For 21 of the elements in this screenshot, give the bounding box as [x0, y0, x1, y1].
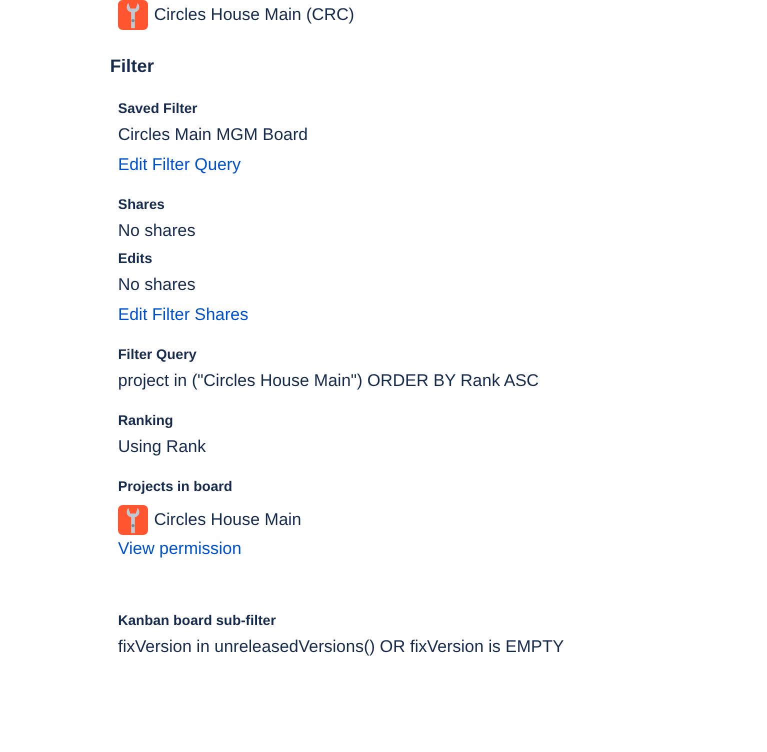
- project-name: Circles House Main (CRC): [154, 5, 354, 25]
- link[interactable]: View permission: [118, 537, 242, 561]
- field-value: No shares: [118, 220, 196, 242]
- field-label: Kanban board sub-filter: [118, 611, 276, 629]
- field-value: project in ("Circles House Main") ORDER BY Rank ASC: [118, 370, 539, 392]
- link[interactable]: Edit Filter Query: [118, 153, 241, 177]
- field-value: fixVersion in unreleasedVersions() OR fixVersion is EMPTY: [118, 636, 564, 658]
- field-label: Shares: [118, 195, 165, 213]
- field-label: Ranking: [118, 411, 174, 429]
- field-value: Using Rank: [118, 436, 206, 458]
- wrench-icon: [118, 0, 148, 30]
- wrench-icon: [118, 505, 148, 535]
- field-value: Circles Main MGM Board: [118, 124, 308, 146]
- field-label: Saved Filter: [118, 99, 198, 117]
- field-label: Filter Query: [118, 345, 197, 363]
- project-name: Circles House Main: [154, 510, 302, 530]
- field-value: No shares: [118, 274, 196, 296]
- link[interactable]: Edit Filter Shares: [118, 303, 248, 327]
- section-heading: Filter: [110, 56, 156, 77]
- field-label: Edits: [118, 249, 152, 267]
- field-label: Projects in board: [118, 477, 232, 495]
